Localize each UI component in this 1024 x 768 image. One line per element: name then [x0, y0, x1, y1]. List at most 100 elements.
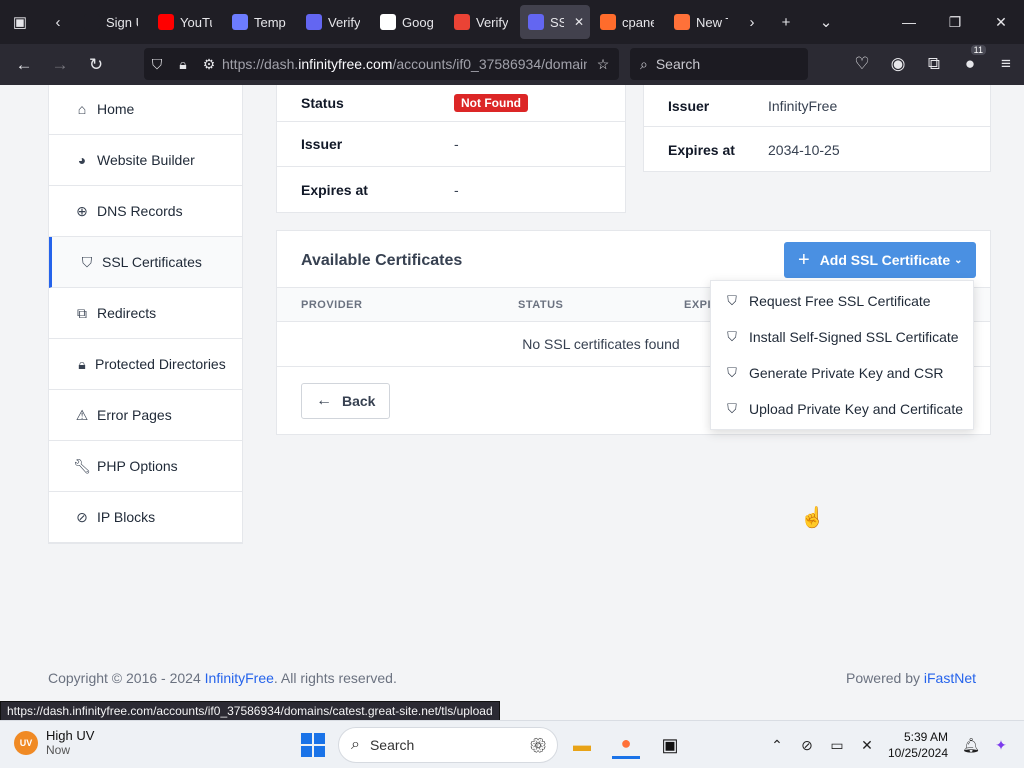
browser-tab[interactable]: Googl [372, 5, 444, 39]
bookmark-star-icon[interactable]: ☆ [587, 56, 619, 73]
notification-bell-icon[interactable]: 🔔︎ [956, 737, 986, 754]
volume-muted-icon[interactable]: ✕ [852, 737, 882, 754]
tab-label: Temp [254, 14, 286, 30]
default-issuer-row: Issuer InfinityFree [644, 85, 990, 127]
chevron-down-icon: ⌄ [954, 254, 963, 266]
sidebar-item-label: SSL Certificates [102, 254, 202, 270]
default-expires-value: 2034-10-25 [768, 141, 840, 158]
plus-icon: + [798, 248, 810, 271]
extensions-icon[interactable]: ⧉ [916, 48, 952, 80]
browser-nav-bar: ← → ↻ ⛉ 🔒︎ ⚙ https://dash.infinityfree.c… [0, 44, 1024, 85]
dropdown-item[interactable]: ⛉ Upload Private Key and Certificate [711, 391, 973, 427]
file-explorer-icon[interactable]: ▬ [568, 731, 596, 759]
url-text[interactable]: https://dash.infinityfree.com/accounts/i… [222, 56, 587, 72]
tab-scroll-left-icon[interactable]: ‹ [40, 0, 76, 44]
restore-icon[interactable]: ❐ [932, 0, 978, 44]
sidebar-item-redirects[interactable]: ⧉ Redirects [49, 288, 242, 339]
browser-tab[interactable]: Temp [224, 5, 296, 39]
dropdown-item-label: Upload Private Key and Certificate [749, 401, 963, 417]
browser-tab[interactable]: cpane [592, 5, 664, 39]
footer-copyright: Copyright © 2016 - 2024 InfinityFree. Al… [48, 670, 397, 686]
clock[interactable]: 5:39 AM 10/25/2024 [888, 729, 948, 761]
dropdown-item[interactable]: ⛉ Install Self-Signed SSL Certificate [711, 319, 973, 355]
add-ssl-label: Add SSL Certificate [819, 252, 951, 268]
shield-icon: ⛉ [727, 329, 737, 344]
infinity-favicon [528, 14, 544, 30]
browser-tab[interactable]: Verify [298, 5, 370, 39]
powered-text: Powered by [846, 670, 924, 686]
permissions-icon[interactable]: ⚙ [196, 56, 222, 73]
network-off-icon[interactable]: ⊘ [792, 737, 822, 754]
account-icon[interactable]: ◉ [880, 48, 916, 80]
sidebar-nav: ⌂ Home ◕ Website Builder ⊕ DNS Records ⛉ SSL Ce… [48, 85, 243, 544]
dropdown-item[interactable]: ⛉ Generate Private Key and CSR [711, 355, 973, 391]
new-tab-icon[interactable]: + [766, 0, 806, 44]
windows-start-icon[interactable] [301, 733, 325, 757]
tab-strip: Sign U YouTu Temp Verify Googl Verify SSL ✕ cpan… [76, 5, 738, 39]
browser-tab[interactable]: YouTu [150, 5, 222, 39]
copilot-icon[interactable]: ✦ [986, 737, 1016, 754]
empty-message: No SSL certificates found [522, 336, 680, 352]
pocket-icon[interactable]: ♡ [844, 48, 880, 80]
display-icon[interactable]: ▭ [822, 737, 852, 754]
clock-date: 10/25/2024 [887, 746, 948, 760]
infinityfree-link[interactable]: InfinityFree [205, 670, 274, 686]
available-certificates-title: Available Certificates [301, 252, 463, 269]
close-tab-icon[interactable]: ✕ [574, 15, 584, 29]
back-arrow-icon[interactable]: ← [6, 49, 42, 81]
browser-tab[interactable]: SSL ✕ [520, 5, 590, 39]
tracking-shield-icon[interactable]: ⛉ [144, 56, 170, 73]
expires-value: - [454, 181, 459, 198]
tab-overview-icon[interactable]: ▣ [0, 0, 40, 44]
dropdown-item[interactable]: ⛉ Request Free SSL Certificate [711, 283, 973, 319]
sidebar-item-php-options[interactable]: 🔧︎ PHP Options [49, 441, 242, 492]
sidebar-item-ip-blocks[interactable]: ⊘ IP Blocks [49, 492, 242, 543]
forward-arrow-icon[interactable]: → [42, 49, 78, 81]
sidebar-item-label: Website Builder [97, 152, 195, 168]
firefox-icon[interactable]: ● [612, 731, 640, 759]
rights-text: . All rights reserved. [273, 670, 397, 686]
sidebar-item-dns-records[interactable]: ⊕ DNS Records [49, 186, 242, 237]
sidebar-item-ssl-certificates[interactable]: ⛉ SSL Certificates [49, 237, 242, 288]
terminal-icon[interactable]: ▣ [656, 731, 684, 759]
list-tabs-icon[interactable]: ⌄ [806, 0, 846, 44]
menu-icon[interactable]: ≡ [988, 48, 1024, 80]
weather-title: High UV [46, 728, 95, 743]
browser-tab-bar: ▣ ‹ Sign U YouTu Temp Verify Googl Verify SSL ✕… [0, 0, 1024, 44]
sidebar-item-protected-directories[interactable]: 🔒︎ Protected Directories [49, 339, 242, 390]
temp-mail-favicon [232, 14, 248, 30]
signup-favicon [84, 14, 100, 30]
toolbar-right: ♡ ◉ ⧉ ● 11 ≡ [844, 45, 1024, 80]
firefox-favicon [674, 14, 690, 30]
ifastnet-link[interactable]: iFastNet [924, 670, 976, 686]
chevron-up-icon[interactable]: ⌃ [762, 737, 792, 754]
globe-icon: ⊕ [76, 203, 88, 219]
add-ssl-certificate-button[interactable]: + Add SSL Certificate ⌄ [784, 242, 976, 278]
address-bar[interactable]: ⛉ 🔒︎ ⚙ https://dash.infinityfree.com/acc… [144, 48, 619, 80]
close-window-icon[interactable]: ✕ [978, 0, 1024, 44]
search-bar[interactable]: ⌕ Search [630, 48, 808, 80]
home-icon: ⌂ [77, 101, 87, 117]
tab-label: Verify [328, 14, 360, 30]
youtube-favicon [158, 14, 174, 30]
tab-scroll-right-icon[interactable]: › [738, 0, 766, 44]
extension-badge-icon[interactable]: ● 11 [952, 45, 988, 80]
taskbar-search[interactable]: ⌕ Search 🌼︎ [338, 727, 558, 763]
sidebar-item-label: Redirects [97, 305, 157, 321]
clock-time: 5:39 AM [903, 730, 948, 744]
expires-label: Expires at [301, 181, 368, 198]
sidebar-item-website-builder[interactable]: ◕ Website Builder [49, 135, 242, 186]
back-button[interactable]: ← Back [301, 383, 390, 419]
browser-tab[interactable]: New T [666, 5, 738, 39]
browser-tab[interactable]: Sign U [76, 5, 148, 39]
sidebar-item-home[interactable]: ⌂ Home [49, 85, 242, 135]
sidebar-item-error-pages[interactable]: ⚠ Error Pages [49, 390, 242, 441]
browser-tab[interactable]: Verify [446, 5, 518, 39]
uv-icon: UV [14, 730, 38, 755]
url-prefix: https://dash. [222, 56, 299, 72]
minimize-icon[interactable]: — [886, 0, 932, 44]
infinity-favicon [306, 14, 322, 30]
lock-icon[interactable]: 🔒︎ [170, 56, 196, 73]
weather-widget[interactable]: UV High UV Now [14, 728, 94, 757]
reload-icon[interactable]: ↻ [78, 49, 114, 81]
